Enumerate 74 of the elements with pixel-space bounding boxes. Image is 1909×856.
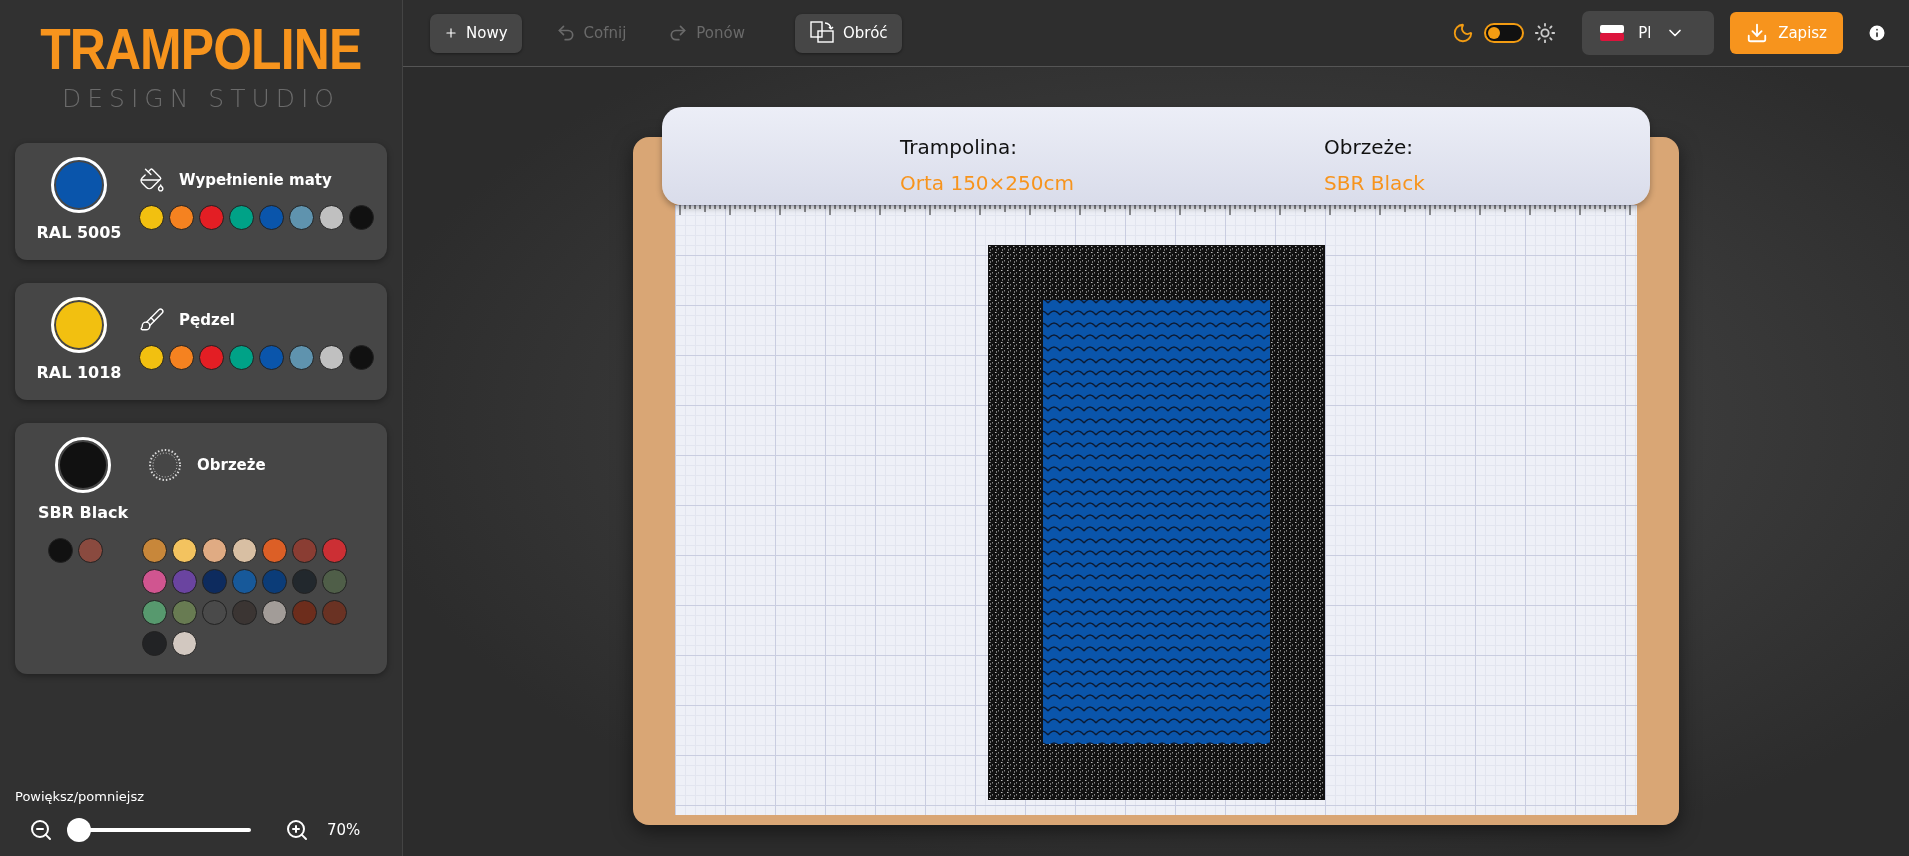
color-swatch[interactable] <box>202 538 227 563</box>
color-swatch[interactable] <box>229 205 254 230</box>
paint-bucket-icon <box>139 167 165 193</box>
color-swatch[interactable] <box>232 569 257 594</box>
color-swatch[interactable] <box>289 205 314 230</box>
color-swatch[interactable] <box>142 569 167 594</box>
sun-icon <box>1534 22 1557 44</box>
color-swatch[interactable] <box>232 600 257 625</box>
plus-icon <box>444 26 458 40</box>
new-button[interactable]: Nowy <box>430 13 522 53</box>
color-swatch[interactable] <box>232 538 257 563</box>
panel-title: Pędzel <box>179 311 235 329</box>
color-name: RAL 1018 <box>36 363 122 382</box>
color-swatch[interactable] <box>349 345 374 370</box>
color-swatch[interactable] <box>139 205 164 230</box>
color-swatch[interactable] <box>259 345 284 370</box>
color-swatch[interactable] <box>199 205 224 230</box>
color-swatch[interactable] <box>142 600 167 625</box>
zoom-out-button[interactable] <box>29 818 53 842</box>
color-swatch[interactable] <box>78 538 103 563</box>
language-select[interactable]: Pl <box>1582 11 1715 55</box>
color-name: SBR Black <box>37 503 129 522</box>
zoom-reading: 70% <box>327 821 361 839</box>
color-swatch[interactable] <box>172 538 197 563</box>
sheet-value: Orta 150×250cm <box>900 171 1074 195</box>
color-swatch[interactable] <box>292 600 317 625</box>
color-swatch[interactable] <box>172 631 197 656</box>
color-swatch[interactable] <box>139 345 164 370</box>
info-button[interactable] <box>1867 23 1887 43</box>
brush-icon <box>139 307 165 333</box>
color-swatch[interactable] <box>292 538 317 563</box>
color-swatch[interactable] <box>229 345 254 370</box>
download-icon <box>1746 22 1769 44</box>
color-swatch[interactable] <box>259 205 284 230</box>
theme-toggle[interactable] <box>1484 23 1525 43</box>
sheet-value: SBR Black <box>1324 171 1425 195</box>
sheet-label: Obrzeże: <box>1324 135 1415 159</box>
color-swatch[interactable] <box>48 538 73 563</box>
logo-subtitle: DESIGN STUDIO <box>61 84 341 113</box>
color-swatch[interactable] <box>319 345 344 370</box>
color-swatch[interactable] <box>169 205 194 230</box>
color-name: RAL 5005 <box>36 223 122 242</box>
color-swatch[interactable] <box>319 205 344 230</box>
color-swatch[interactable] <box>322 569 347 594</box>
undo-icon <box>555 23 576 43</box>
color-swatch[interactable] <box>349 205 374 230</box>
color-swatch[interactable] <box>169 345 194 370</box>
sheet-label: Trampolina: <box>900 135 1018 159</box>
rotate-button[interactable]: Obróć <box>794 13 902 53</box>
color-swatch[interactable] <box>262 538 287 563</box>
color-swatch[interactable] <box>322 600 347 625</box>
color-swatch[interactable] <box>142 538 167 563</box>
slider-thumb[interactable] <box>67 818 91 842</box>
panel-title: Wypełnienie maty <box>179 171 332 189</box>
color-swatch[interactable] <box>262 600 287 625</box>
color-swatch[interactable] <box>202 600 227 625</box>
color-swatch[interactable] <box>322 538 347 563</box>
color-swatch[interactable] <box>262 569 287 594</box>
color-swatch[interactable] <box>172 600 197 625</box>
logo-title: TRAMPOLINE <box>40 20 362 78</box>
panel-title: Obrzeże <box>197 456 266 474</box>
moon-icon <box>1452 22 1475 44</box>
color-swatch[interactable] <box>289 345 314 370</box>
redo-icon <box>668 23 689 43</box>
zoom-in-button[interactable] <box>285 818 309 842</box>
zoom-label: Powiększ/pomniejsz <box>15 789 144 804</box>
flag-icon <box>1600 25 1625 41</box>
color-swatch[interactable] <box>292 569 317 594</box>
rotate-icon <box>808 20 835 46</box>
dotted-ring-icon <box>147 447 183 483</box>
color-swatch[interactable] <box>199 345 224 370</box>
color-swatch[interactable] <box>172 569 197 594</box>
color-swatch[interactable] <box>142 631 167 656</box>
color-swatch[interactable] <box>202 569 227 594</box>
